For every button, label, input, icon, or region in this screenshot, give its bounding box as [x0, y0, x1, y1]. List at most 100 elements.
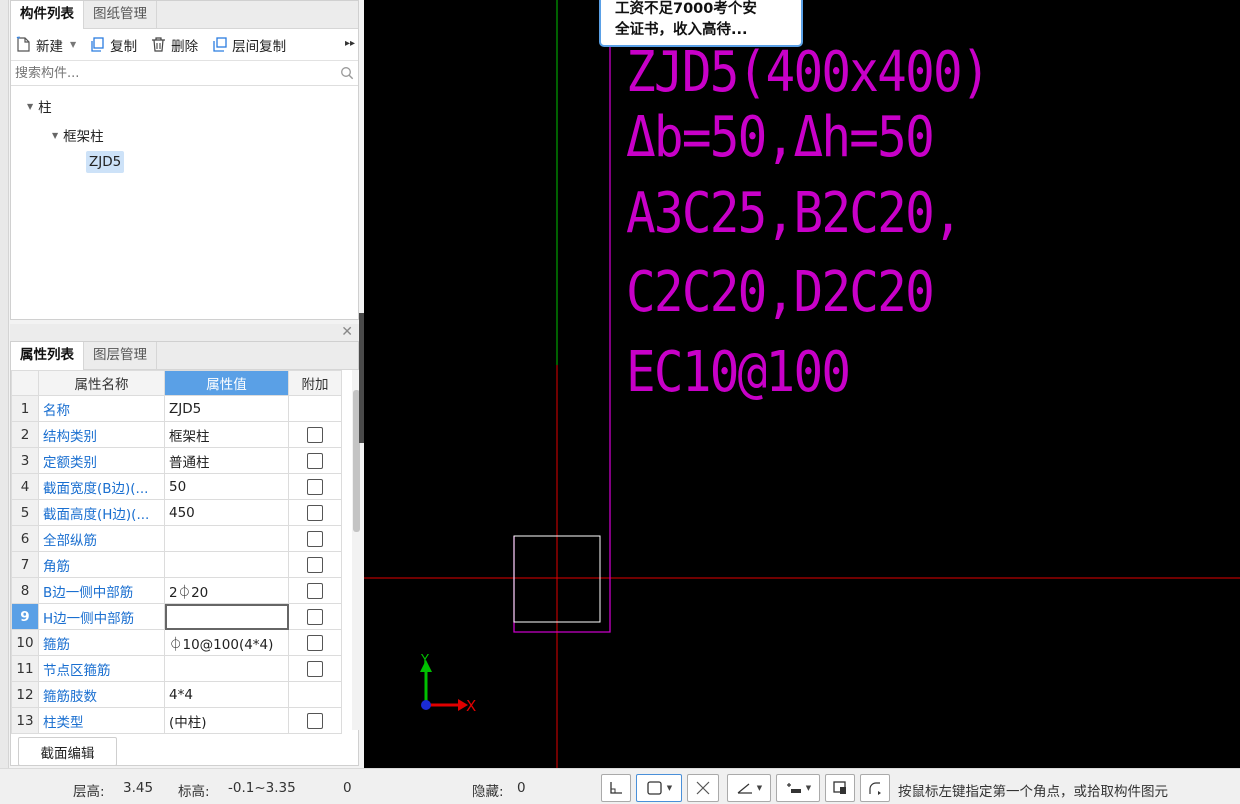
property-name[interactable]: 结构类别: [38, 421, 165, 448]
tab-drawing-management[interactable]: 图纸管理: [84, 1, 157, 28]
tree-node-frame-column[interactable]: ▼ 框架柱: [52, 125, 104, 145]
tree-node-zjd5[interactable]: ZJD5: [86, 151, 125, 173]
property-tabs: 属性列表 图层管理: [11, 342, 358, 370]
header-extra[interactable]: 附加: [288, 370, 342, 396]
property-value[interactable]: 普通柱: [164, 447, 289, 474]
extra-checkbox[interactable]: [307, 556, 323, 573]
property-value[interactable]: 450: [164, 499, 289, 526]
table-row[interactable]: 3 定额类别 普通柱: [11, 447, 342, 474]
property-extra: [288, 473, 342, 500]
chevron-down-icon[interactable]: ▼: [70, 40, 76, 49]
floor-copy-label: 层间复制: [232, 38, 287, 55]
property-name[interactable]: 柱类型: [38, 707, 165, 734]
property-name[interactable]: 名称: [38, 395, 165, 422]
cross-select-button[interactable]: [687, 774, 719, 802]
table-row[interactable]: 7 角筋: [11, 551, 342, 578]
header-property-value[interactable]: 属性值: [164, 370, 289, 396]
arc-button[interactable]: [860, 774, 890, 802]
chevron-down-icon[interactable]: ▼: [757, 784, 762, 792]
table-row[interactable]: 2 结构类别 框架柱: [11, 421, 342, 448]
display-button[interactable]: [825, 774, 855, 802]
chevron-down-icon[interactable]: ▼: [806, 784, 811, 792]
table-row[interactable]: 9 H边一侧中部筋: [11, 603, 342, 630]
floor-copy-button[interactable]: 层间复制: [211, 35, 286, 55]
angle-button[interactable]: ▼: [727, 774, 771, 802]
property-value[interactable]: 4*4: [164, 681, 289, 708]
ucs-origin: [421, 700, 431, 710]
search-icon[interactable]: [340, 66, 354, 80]
ad-popup[interactable]: 工资不足7000考个安 全证书，收入高待...: [599, 0, 803, 47]
floor-copy-icon: [213, 37, 227, 52]
caret-down-icon[interactable]: ▼: [52, 131, 58, 140]
cad-text-line-4: C2C20,D2C20: [626, 260, 935, 325]
component-tabs: 构件列表 图纸管理: [11, 1, 358, 29]
property-value[interactable]: 50: [164, 473, 289, 500]
table-row[interactable]: 4 截面宽度(B边)(... 50: [11, 473, 342, 500]
extra-checkbox[interactable]: [307, 660, 323, 677]
rect-select-button[interactable]: ▼: [636, 774, 682, 802]
property-value[interactable]: [164, 551, 289, 578]
left-collapse-strip[interactable]: [0, 0, 9, 768]
property-name[interactable]: 全部纵筋: [38, 525, 165, 552]
close-icon[interactable]: ✕: [341, 324, 353, 340]
component-tree: ▼ 柱 ▼ 框架柱 ZJD5: [11, 86, 358, 316]
property-name[interactable]: 角筋: [38, 551, 165, 578]
trash-icon: [152, 37, 166, 52]
copy-button[interactable]: 复制: [89, 35, 137, 55]
leader-line: [513, 0, 611, 633]
property-value[interactable]: 框架柱: [164, 421, 289, 448]
extra-checkbox[interactable]: [307, 530, 323, 547]
table-row[interactable]: 10 箍筋 ⏀10@100(4*4): [11, 629, 342, 656]
tab-property-list[interactable]: 属性列表: [11, 342, 84, 370]
row-number: 4: [11, 473, 39, 500]
extra-checkbox[interactable]: [307, 452, 323, 469]
extra-checkbox[interactable]: [307, 634, 323, 651]
table-row[interactable]: 8 B边一侧中部筋 2⏀20: [11, 577, 342, 604]
property-value[interactable]: [164, 525, 289, 552]
table-row[interactable]: 11 节点区箍筋: [11, 655, 342, 682]
tab-component-list[interactable]: 构件列表: [11, 1, 84, 29]
property-name[interactable]: 箍筋: [38, 629, 165, 656]
row-number: 8: [11, 577, 39, 604]
property-name[interactable]: B边一侧中部筋: [38, 577, 165, 604]
property-value[interactable]: ZJD5: [164, 395, 289, 422]
property-value[interactable]: [164, 655, 289, 682]
extra-checkbox[interactable]: [307, 582, 323, 599]
property-value[interactable]: (中柱): [164, 707, 289, 734]
table-row[interactable]: 12 箍筋肢数 4*4: [11, 681, 342, 708]
extra-checkbox[interactable]: [307, 712, 323, 729]
tab-layer-management[interactable]: 图层管理: [84, 342, 157, 369]
table-row[interactable]: 5 截面高度(H边)(... 450: [11, 499, 342, 526]
extra-checkbox[interactable]: [307, 504, 323, 521]
table-row[interactable]: 6 全部纵筋: [11, 525, 342, 552]
extra-checkbox[interactable]: [307, 608, 323, 625]
section-edit-button[interactable]: 截面编辑: [18, 737, 117, 766]
header-property-name[interactable]: 属性名称: [38, 370, 165, 396]
more-icon[interactable]: ▸▸: [345, 38, 355, 49]
property-name[interactable]: 截面高度(H边)(...: [38, 499, 165, 526]
drawing-canvas[interactable]: Y X ZJD5(400x400) Δb=50,Δh=50 A3C25,B2C2…: [364, 0, 1240, 768]
property-value[interactable]: [164, 603, 289, 630]
property-name[interactable]: 箍筋肢数: [38, 681, 165, 708]
table-row[interactable]: 1 名称 ZJD5: [11, 395, 342, 422]
property-value[interactable]: ⏀10@100(4*4): [164, 629, 289, 656]
chevron-down-icon[interactable]: ▼: [667, 784, 672, 792]
delete-button[interactable]: 删除: [150, 35, 198, 55]
tree-node-column[interactable]: ▼ 柱: [27, 96, 52, 116]
extra-checkbox[interactable]: [307, 478, 323, 495]
offset-button[interactable]: ▼: [776, 774, 820, 802]
new-button[interactable]: 新建 ▼: [15, 35, 76, 55]
property-name[interactable]: 定额类别: [38, 447, 165, 474]
property-name[interactable]: 截面宽度(B边)(...: [38, 473, 165, 500]
property-name[interactable]: H边一侧中部筋: [38, 603, 165, 630]
component-search-input[interactable]: [15, 65, 315, 81]
status-bar: 层高: 3.45 标高: -0.1~3.35 0 隐藏: 0 ▼ ▼ ▼ 按鼠标…: [0, 768, 1240, 804]
property-value[interactable]: 2⏀20: [164, 577, 289, 604]
caret-down-icon[interactable]: ▼: [27, 102, 33, 111]
ortho-button[interactable]: [601, 774, 631, 802]
row-number: 12: [11, 681, 39, 708]
property-extra: [288, 395, 342, 422]
table-row[interactable]: 13 柱类型 (中柱): [11, 707, 342, 734]
property-name[interactable]: 节点区箍筋: [38, 655, 165, 682]
extra-checkbox[interactable]: [307, 426, 323, 443]
